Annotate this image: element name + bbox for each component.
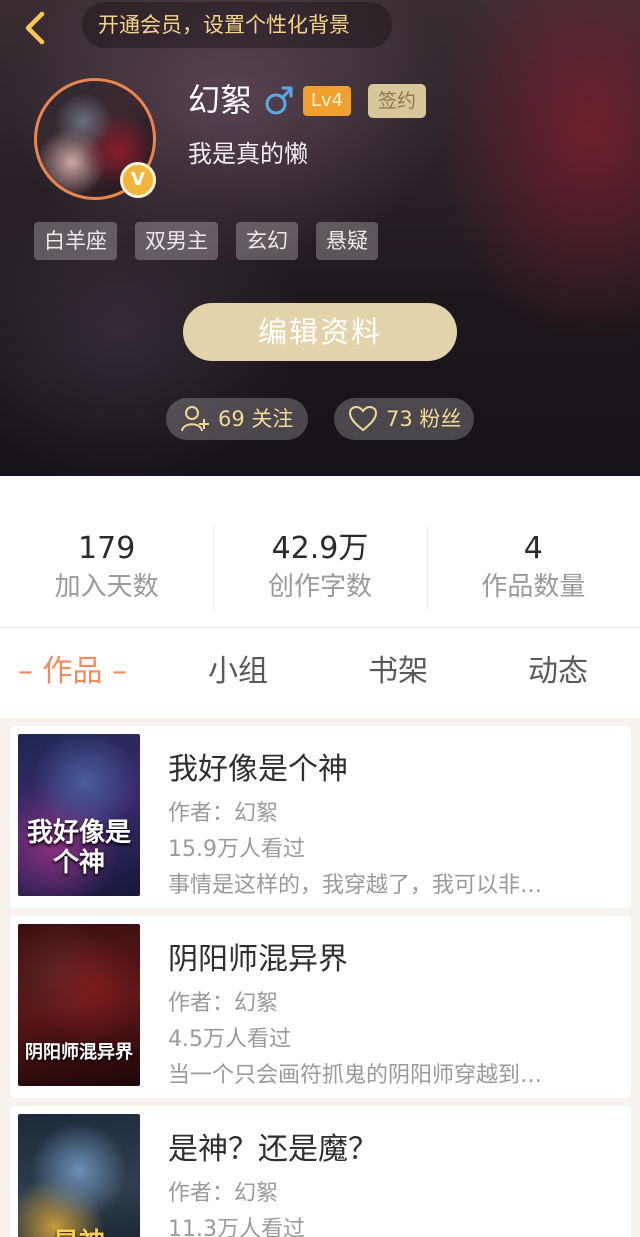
- male-icon: [265, 86, 293, 115]
- cover-title: 阴阳师混异界: [25, 1042, 133, 1063]
- book-summary: 事情是这样的，我穿越了，我可以非…: [168, 873, 543, 898]
- username: 幻絮: [188, 81, 253, 119]
- stat-value: 179: [78, 531, 136, 566]
- following-count: 69 关注: [218, 407, 294, 431]
- stat-label: 加入天数: [54, 572, 159, 602]
- tab-activity[interactable]: 动态: [528, 650, 588, 694]
- profile-header: 开通会员，设置个性化背景 V 幻絮 Lv4 签约 我是真的懒 白羊座 双男主 玄…: [0, 0, 640, 476]
- heart-icon: [348, 405, 378, 432]
- back-button[interactable]: [16, 8, 56, 48]
- stat-label: 作品数量: [481, 572, 586, 602]
- book-author: 作者：幻絮: [168, 991, 279, 1016]
- tag-item: 双男主: [135, 222, 218, 260]
- tag-item: 白羊座: [34, 222, 117, 260]
- book-card[interactable]: 我好像是个神 我好像是个神 作者：幻絮 15.9万人看过 事情是这样的，我穿越了…: [10, 726, 631, 908]
- user-bio: 我是真的懒: [188, 140, 308, 168]
- book-author: 作者：幻絮: [168, 801, 279, 826]
- book-author: 作者：幻絮: [168, 1181, 279, 1206]
- stat-days: 179 加入天数: [0, 476, 213, 627]
- chevron-left-icon: [25, 11, 45, 45]
- edit-profile-button[interactable]: 编辑资料: [183, 303, 457, 361]
- book-summary: 当一个只会画符抓鬼的阴阳师穿越到…: [168, 1063, 543, 1088]
- stat-label: 创作字数: [267, 572, 372, 602]
- tag-item: 玄幻: [236, 222, 298, 260]
- tag-list: 白羊座 双男主 玄幻 悬疑: [34, 222, 378, 260]
- book-card[interactable]: 是神 是神？还是魔？ 作者：幻絮 11.3万人看过: [10, 1106, 631, 1237]
- book-reads: 15.9万人看过: [168, 837, 305, 862]
- book-reads: 11.3万人看过: [168, 1217, 305, 1237]
- following-button[interactable]: 69 关注: [166, 398, 308, 440]
- level-badge: Lv4: [303, 86, 351, 116]
- book-title: 我好像是个神: [168, 752, 348, 787]
- book-title: 是神？还是魔？: [168, 1132, 378, 1167]
- book-card[interactable]: 阴阳师混异界 阴阳师混异界 作者：幻絮 4.5万人看过 当一个只会画符抓鬼的阴阳…: [10, 916, 631, 1098]
- stats-bar: 179 加入天数 42.9万 创作字数 4 作品数量: [0, 476, 640, 628]
- signed-badge: 签约: [368, 84, 426, 118]
- book-cover: 是神: [18, 1114, 140, 1237]
- book-reads: 4.5万人看过: [168, 1027, 291, 1052]
- stat-value: 42.9万: [271, 531, 369, 566]
- cover-title: 是神: [18, 1228, 140, 1237]
- tab-bookshelf[interactable]: 书架: [368, 650, 428, 694]
- book-cover: 我好像是个神: [18, 734, 140, 896]
- book-cover: 阴阳师混异界: [18, 924, 140, 1086]
- fans-count: 73 粉丝: [386, 407, 462, 431]
- avatar[interactable]: V: [34, 78, 156, 200]
- tab-group[interactable]: 小组: [208, 650, 268, 694]
- verified-badge: V: [120, 162, 156, 198]
- tab-works[interactable]: – 作品 –: [18, 650, 127, 694]
- tag-item: 悬疑: [316, 222, 378, 260]
- vip-background-banner[interactable]: 开通会员，设置个性化背景: [82, 2, 392, 48]
- stat-words: 42.9万 创作字数: [213, 476, 426, 627]
- add-user-icon: [181, 406, 209, 432]
- book-title: 阴阳师混异界: [168, 942, 348, 977]
- stat-value: 4: [523, 531, 543, 566]
- fans-button[interactable]: 73 粉丝: [334, 398, 474, 440]
- profile-tabs: – 作品 – 小组 书架 动态: [0, 628, 640, 718]
- cover-title: 我好像是个神: [26, 818, 131, 878]
- stat-works: 4 作品数量: [426, 476, 640, 627]
